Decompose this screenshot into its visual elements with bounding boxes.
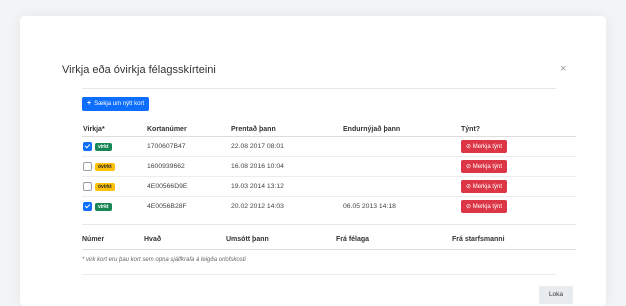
mark-lost-button[interactable]: ⊘ Merkja týnt — [461, 160, 508, 173]
modal-dialog: Virkja eða óvirkja félagsskírteini × + S… — [20, 16, 606, 306]
mark-lost-button[interactable]: ⊘ Merkja týnt — [461, 140, 508, 153]
request-new-card-label: Sækja um nýtt kort — [94, 101, 145, 107]
header-divider — [82, 88, 556, 89]
close-icon[interactable]: × — [560, 63, 566, 75]
col-fra-starfsmanni: Frá starfsmanni — [452, 236, 505, 243]
request-new-card-button[interactable]: + Sækja um nýtt kort — [82, 97, 150, 111]
mark-lost-button[interactable]: ⊘ Merkja týnt — [461, 180, 508, 193]
card-number: 4E0056B28F — [146, 196, 230, 216]
renewed-date — [342, 156, 460, 177]
table-row: virkt 4E0056B28F 20.02 2012 14:03 06.05 … — [82, 196, 576, 216]
card-number: 1600939662 — [146, 156, 230, 177]
col-fra-felaga: Frá félaga — [336, 236, 370, 243]
mark-lost-button[interactable]: ⊘ Merkja týnt — [461, 200, 508, 213]
col-numer: Númer — [82, 236, 105, 243]
renewed-date: 06.05 2013 14:18 — [342, 196, 460, 216]
printed-date: 22.08 2017 08:01 — [230, 136, 342, 157]
plus-icon: + — [87, 100, 92, 107]
renewed-date — [342, 136, 460, 157]
requests-table-divider — [82, 249, 576, 250]
status-badge: virkt — [95, 202, 112, 211]
active-checkbox[interactable] — [83, 142, 92, 151]
col-endurnyjad: Endurnýjað þann — [342, 122, 460, 137]
table-row: virkt 1700607B47 22.08 2017 08:01 ⊘ Merk… — [82, 136, 576, 157]
renewed-date — [342, 176, 460, 197]
printed-date: 16.08 2016 10:04 — [230, 156, 342, 177]
table-row: óvirkt 1600939662 16.08 2016 10:04 ⊘ Mer… — [82, 156, 576, 177]
status-badge: óvirkt — [95, 182, 115, 191]
modal-title: Virkja eða óvirkja félagsskírteini — [62, 64, 216, 76]
footnote: * virk kort eru þau kort sem opna sjálfk… — [82, 257, 246, 263]
col-prentad: Prentað þann — [230, 122, 342, 137]
printed-date: 20.02 2012 14:03 — [230, 196, 342, 216]
printed-date: 19.03 2014 13:12 — [230, 176, 342, 197]
card-number: 1700607B47 — [146, 136, 230, 157]
col-kortanumer: Kortanúmer — [146, 122, 230, 137]
status-badge: virkt — [95, 142, 112, 151]
active-checkbox[interactable] — [83, 202, 92, 211]
active-checkbox[interactable] — [83, 162, 92, 171]
section-divider — [82, 224, 576, 231]
col-tynt: Týnt? — [460, 122, 576, 137]
col-umsott: Umsótt þann — [226, 236, 269, 243]
card-number: 4E00566D9E — [146, 176, 230, 197]
cards-table: Virkja* Kortanúmer Prentað þann Endurnýj… — [82, 122, 576, 216]
footer-divider — [82, 274, 556, 275]
table-row: óvirkt 4E00566D9E 19.03 2014 13:12 ⊘ Mer… — [82, 176, 576, 197]
col-hvad: Hvað — [144, 236, 162, 243]
status-badge: óvirkt — [95, 162, 115, 171]
col-virkja: Virkja* — [82, 122, 146, 137]
close-button[interactable]: Loka — [539, 286, 573, 304]
active-checkbox[interactable] — [83, 182, 92, 191]
